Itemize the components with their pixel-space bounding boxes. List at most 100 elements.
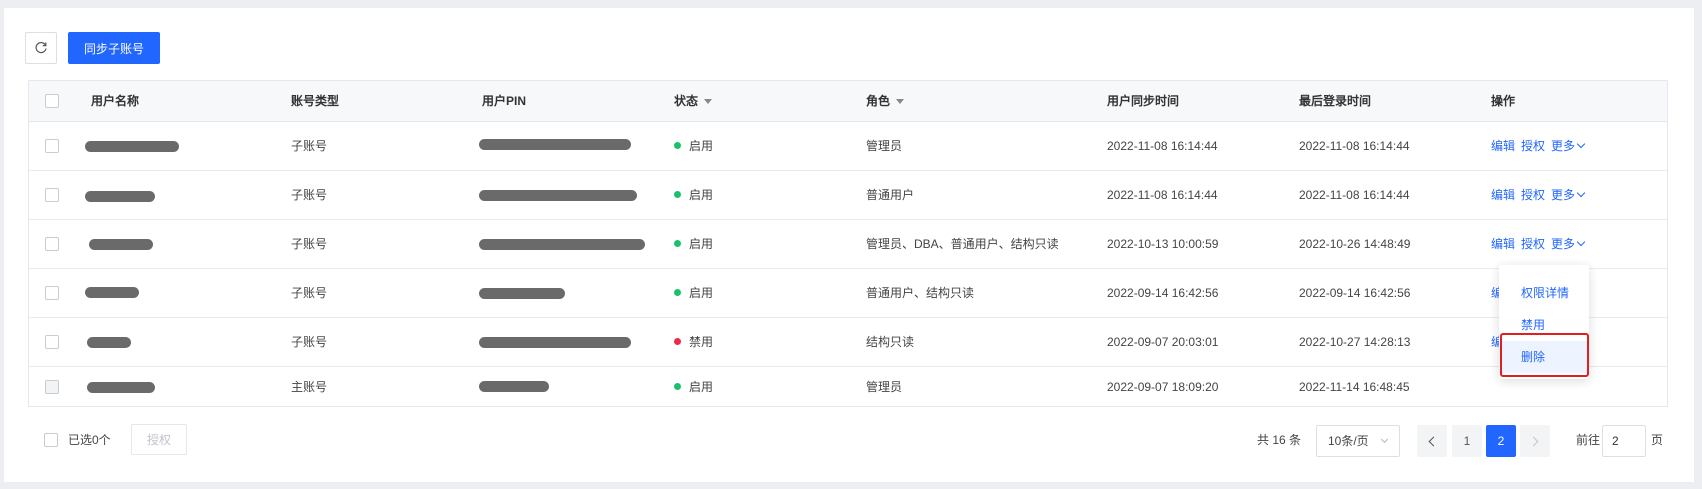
chevron-down-icon <box>1380 435 1389 444</box>
role-cell: 管理员、DBA、普通用户、结构只读 <box>866 237 1059 251</box>
status-cell: 禁用 <box>674 318 713 367</box>
table-row: 子账号 启用 管理员 2022-11-08 16:14:44 2022-11-0… <box>29 122 1667 171</box>
status-label: 启用 <box>689 380 714 394</box>
chevron-right-icon <box>1528 436 1539 446</box>
grant-link[interactable]: 授权 <box>1521 188 1545 202</box>
select-all-checkbox[interactable] <box>45 94 59 108</box>
page-1-button[interactable]: 1 <box>1452 425 1482 457</box>
redacted-username <box>87 382 155 393</box>
role-cell: 结构只读 <box>866 335 915 349</box>
redacted-pin <box>479 337 631 348</box>
header-sync-time: 用户同步时间 <box>1107 94 1180 108</box>
chevron-down-icon <box>1576 188 1586 198</box>
redacted-username <box>85 191 155 202</box>
more-link[interactable]: 更多 <box>1551 188 1586 202</box>
row-checkbox[interactable] <box>45 237 59 251</box>
total-count: 共 16 条 <box>1257 433 1302 447</box>
page-size-value: 10条/页 <box>1328 434 1369 448</box>
role-cell: 管理员 <box>866 139 903 153</box>
header-last-login: 最后登录时间 <box>1299 94 1372 108</box>
status-label: 启用 <box>689 139 714 153</box>
sync-time-cell: 2022-09-07 20:03:01 <box>1107 335 1219 349</box>
row-checkbox[interactable] <box>45 139 59 153</box>
edit-link[interactable]: 编辑 <box>1491 139 1515 153</box>
status-label: 禁用 <box>689 335 714 349</box>
delete-highlight-box <box>1500 333 1589 377</box>
last-login-cell: 2022-10-27 14:28:13 <box>1299 335 1411 349</box>
status-cell: 启用 <box>674 367 714 406</box>
redacted-pin <box>479 139 631 150</box>
sync-time-cell: 2022-09-14 16:42:56 <box>1107 286 1219 300</box>
batch-grant-button[interactable]: 授权 <box>131 424 187 455</box>
chevron-left-icon <box>1428 436 1439 446</box>
refresh-button[interactable] <box>25 32 57 64</box>
sync-time-cell: 2022-09-07 18:09:20 <box>1107 380 1219 394</box>
account-type: 子账号 <box>291 286 328 300</box>
next-page-button[interactable] <box>1520 425 1550 457</box>
status-dot-icon <box>674 289 681 297</box>
dropdown-item-permission-details[interactable]: 权限详情 <box>1499 277 1589 309</box>
sync-subaccount-button[interactable]: 同步子账号 <box>68 32 160 64</box>
header-status[interactable]: 状态 <box>674 81 713 122</box>
status-dot-icon <box>674 383 681 391</box>
status-dot-icon <box>674 142 681 150</box>
page-2-button[interactable]: 2 <box>1486 425 1516 457</box>
table-header: 用户名称 账号类型 用户PIN 状态 角色 用户同步时间 最后登录时间 操作 <box>29 81 1667 122</box>
status-label: 启用 <box>689 237 714 251</box>
header-actions: 操作 <box>1491 94 1516 108</box>
header-type: 账号类型 <box>291 94 340 108</box>
role-cell: 普通用户、结构只读 <box>866 286 975 300</box>
table-row: 子账号 启用 管理员、DBA、普通用户、结构只读 2022-10-13 10:0… <box>29 220 1667 269</box>
header-name: 用户名称 <box>91 94 140 108</box>
status-label: 启用 <box>689 188 714 202</box>
more-label: 更多 <box>1551 237 1576 251</box>
role-cell: 普通用户 <box>866 188 915 202</box>
account-type: 子账号 <box>291 139 328 153</box>
header-pin: 用户PIN <box>482 94 527 108</box>
refresh-icon <box>35 41 47 54</box>
redacted-pin <box>479 190 637 201</box>
row-checkbox[interactable] <box>45 188 59 202</box>
row-checkbox[interactable] <box>45 335 59 349</box>
edit-link[interactable]: 编辑 <box>1491 237 1515 251</box>
header-role[interactable]: 角色 <box>866 81 905 122</box>
status-label: 启用 <box>689 286 714 300</box>
actions-cell: 编辑 授权 更多 <box>1491 220 1586 269</box>
more-link[interactable]: 更多 <box>1551 237 1586 251</box>
row-checkbox[interactable] <box>45 380 59 394</box>
actions-cell: 编辑 授权 更多 <box>1491 122 1586 171</box>
accounts-table: 用户名称 账号类型 用户PIN 状态 角色 用户同步时间 最后登录时间 操作 子… <box>28 80 1668 407</box>
more-link[interactable]: 更多 <box>1551 139 1586 153</box>
goto-page-input[interactable]: 2 <box>1602 425 1646 457</box>
chevron-down-icon <box>1576 139 1586 149</box>
page-size-select[interactable]: 10条/页 <box>1316 425 1400 457</box>
table-row: 子账号 启用 普通用户 2022-11-08 16:14:44 2022-11-… <box>29 171 1667 220</box>
account-type: 子账号 <box>291 188 328 202</box>
selected-count: 已选0个 <box>68 433 111 447</box>
filter-caret-icon[interactable] <box>704 99 713 105</box>
status-cell: 启用 <box>674 122 713 171</box>
redacted-pin <box>479 239 645 250</box>
redacted-username <box>87 337 131 348</box>
footer-select-all-checkbox[interactable] <box>44 433 58 447</box>
goto-suffix: 页 <box>1651 433 1664 447</box>
sync-time-cell: 2022-11-08 16:14:44 <box>1107 139 1218 153</box>
actions-cell: 编辑 授权 更多 <box>1491 171 1586 220</box>
more-label: 更多 <box>1551 188 1576 202</box>
account-type: 主账号 <box>291 380 328 394</box>
table-row: 子账号 禁用 结构只读 2022-09-07 20:03:01 2022-10-… <box>29 318 1667 367</box>
redacted-username <box>85 287 139 298</box>
redacted-username <box>85 141 179 152</box>
last-login-cell: 2022-11-08 16:14:44 <box>1299 139 1410 153</box>
status-cell: 启用 <box>674 171 713 220</box>
prev-page-button[interactable] <box>1417 425 1447 457</box>
filter-caret-icon[interactable] <box>896 99 905 105</box>
status-dot-icon <box>674 191 681 199</box>
edit-link[interactable]: 编辑 <box>1491 188 1515 202</box>
row-checkbox[interactable] <box>45 286 59 300</box>
status-cell: 启用 <box>674 269 713 318</box>
grant-link[interactable]: 授权 <box>1521 237 1545 251</box>
last-login-cell: 2022-11-08 16:14:44 <box>1299 188 1410 202</box>
grant-link[interactable]: 授权 <box>1521 139 1545 153</box>
status-cell: 启用 <box>674 220 713 269</box>
